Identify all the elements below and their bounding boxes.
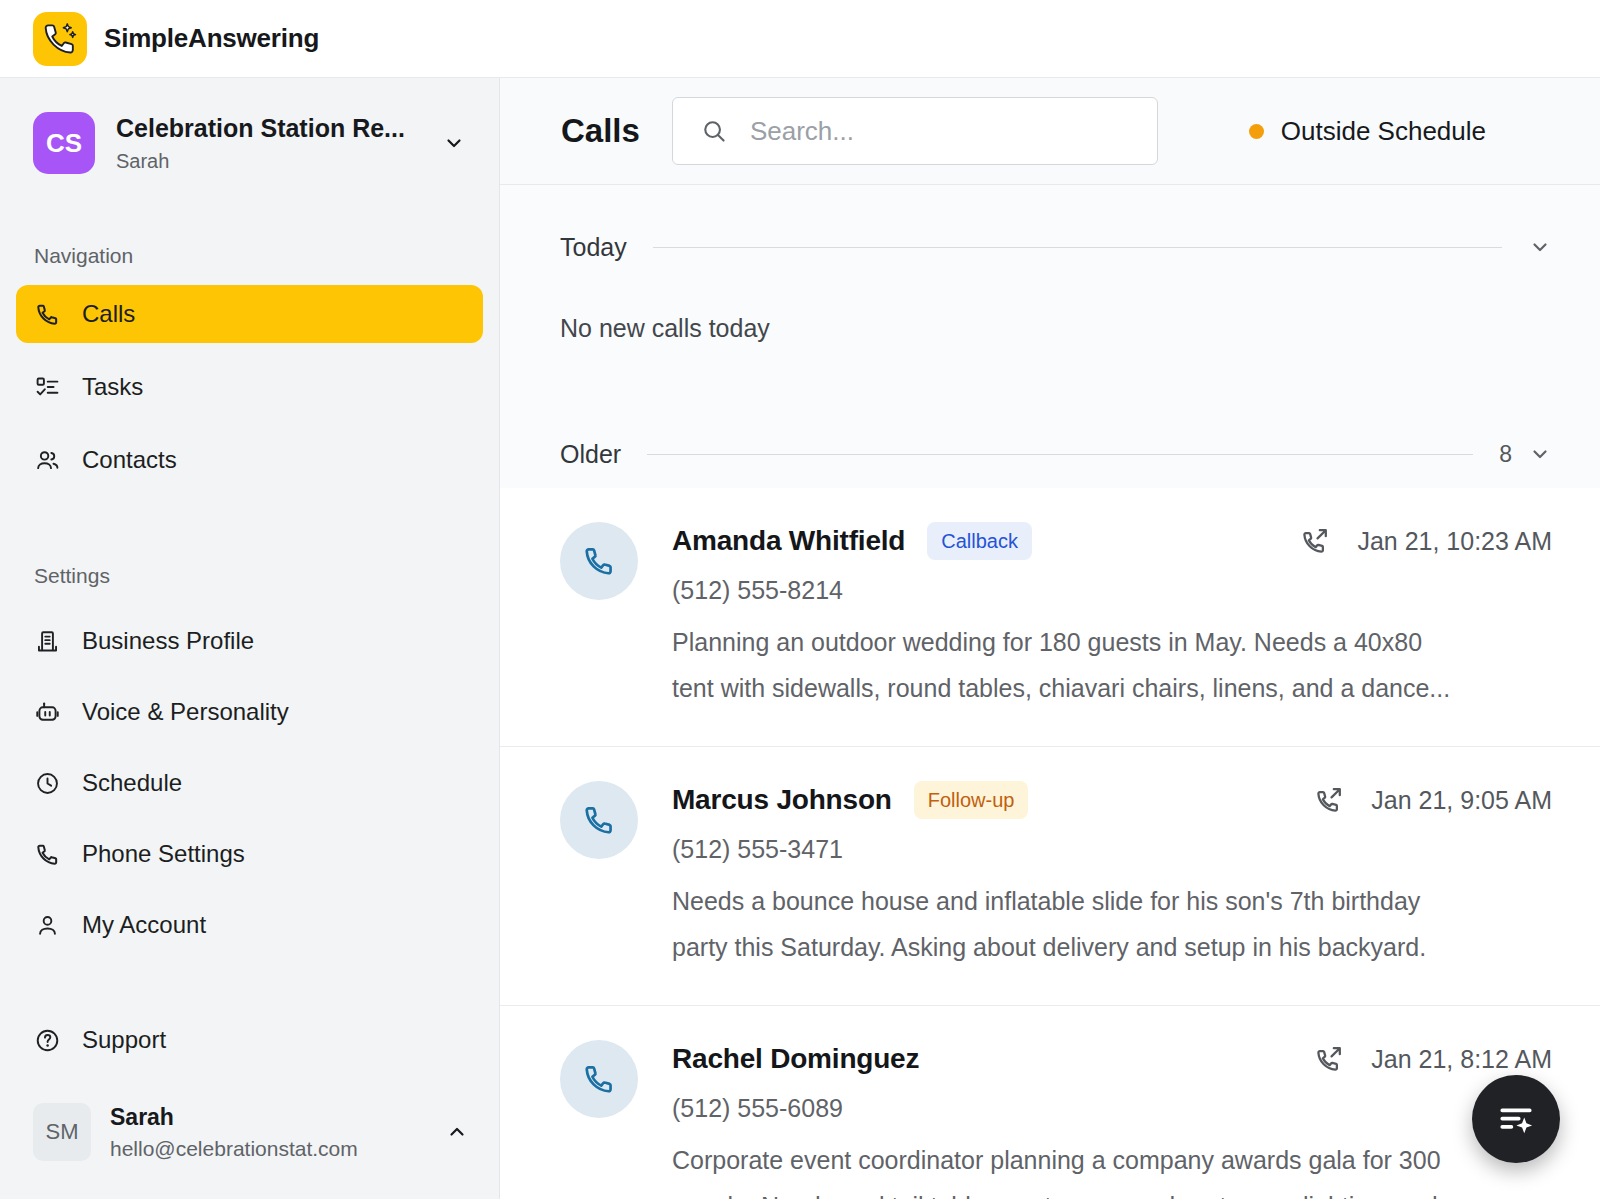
sidebar-item-label: Business Profile xyxy=(82,627,254,655)
people-icon xyxy=(34,447,61,474)
call-summary: Corporate event coordinator planning a c… xyxy=(672,1137,1552,1199)
sidebar-item-support[interactable]: Support xyxy=(16,1011,483,1069)
chevron-up-icon xyxy=(445,1120,469,1144)
call-avatar xyxy=(560,522,638,600)
callback-badge: Callback xyxy=(927,522,1032,560)
sidebar-item-phone-settings[interactable]: Phone Settings xyxy=(16,825,483,883)
followup-badge: Follow-up xyxy=(914,781,1029,819)
sidebar-item-business-profile[interactable]: Business Profile xyxy=(16,612,483,670)
phone-icon xyxy=(581,1061,617,1097)
sidebar-item-label: Contacts xyxy=(82,446,177,474)
phone-outgoing-icon xyxy=(1313,784,1345,816)
caller-phone: (512) 555-3471 xyxy=(672,835,1552,864)
status-label: Outside Schedule xyxy=(1281,116,1486,147)
caller-name: Rachel Dominguez xyxy=(672,1043,919,1075)
search-input[interactable] xyxy=(750,116,1139,147)
call-item[interactable]: Marcus Johnson Follow-up Jan 21, 9:05 AM… xyxy=(500,746,1600,1005)
phone-icon xyxy=(581,802,617,838)
phone-outgoing-icon xyxy=(1313,1043,1345,1075)
call-datetime: Jan 21, 10:23 AM xyxy=(1357,527,1552,556)
phone-outgoing-icon xyxy=(1299,525,1331,557)
app-logo xyxy=(33,12,87,66)
section-label: Today xyxy=(560,233,627,262)
call-item[interactable]: Rachel Dominguez Jan 21, 8:12 AM (512) 5… xyxy=(500,1005,1600,1199)
call-summary: Needs a bounce house and inflatable slid… xyxy=(672,878,1552,970)
sidebar-item-label: Calls xyxy=(82,300,135,328)
call-avatar xyxy=(560,781,638,859)
nav-section-label: Navigation xyxy=(34,244,483,268)
sidebar-item-label: My Account xyxy=(82,911,206,939)
settings-section-label: Settings xyxy=(34,564,483,588)
chevron-down-icon[interactable] xyxy=(1528,442,1552,466)
user-email: hello@celebrationstat.com xyxy=(110,1137,358,1161)
section-divider xyxy=(653,247,1502,248)
sidebar-item-tasks[interactable]: Tasks xyxy=(16,358,483,416)
account-selector[interactable]: CS Celebration Station Re... Sarah xyxy=(33,112,466,174)
main-panel: Calls Outside Schedule Today No new call… xyxy=(500,78,1600,1199)
account-avatar: CS xyxy=(33,112,95,174)
calls-content: Today No new calls today Older 8 xyxy=(500,185,1600,1199)
sidebar-item-label: Phone Settings xyxy=(82,840,245,868)
fab-summary-button[interactable] xyxy=(1472,1075,1560,1163)
caller-phone: (512) 555-8214 xyxy=(672,576,1552,605)
caller-name: Amanda Whitfield xyxy=(672,525,905,557)
user-menu[interactable]: SM Sarah hello@celebrationstat.com xyxy=(16,1103,483,1161)
sidebar-item-contacts[interactable]: Contacts xyxy=(16,431,483,489)
app-logo-phone-icon xyxy=(41,20,79,58)
section-count: 8 xyxy=(1499,441,1512,468)
account-subtitle: Sarah xyxy=(116,150,421,173)
phone-icon xyxy=(34,841,61,868)
section-label: Older xyxy=(560,440,621,469)
call-datetime: Jan 21, 9:05 AM xyxy=(1371,786,1552,815)
clock-icon xyxy=(34,770,61,797)
building-icon xyxy=(34,628,61,655)
sidebar: CS Celebration Station Re... Sarah Navig… xyxy=(0,78,500,1199)
sidebar-item-label: Support xyxy=(82,1026,166,1054)
person-icon xyxy=(34,912,61,939)
empty-state-text: No new calls today xyxy=(560,314,1552,348)
call-list: Amanda Whitfield Callback Jan 21, 10:23 … xyxy=(560,488,1552,1199)
sidebar-item-label: Voice & Personality xyxy=(82,698,289,726)
sidebar-item-schedule[interactable]: Schedule xyxy=(16,754,483,812)
sidebar-item-label: Tasks xyxy=(82,373,143,401)
search-box[interactable] xyxy=(672,97,1158,165)
robot-icon xyxy=(34,699,61,726)
account-name: Celebration Station Re... xyxy=(116,114,421,143)
caller-name: Marcus Johnson xyxy=(672,784,892,816)
chevron-down-icon[interactable] xyxy=(1528,235,1552,259)
call-avatar xyxy=(560,1040,638,1118)
page-title: Calls xyxy=(561,112,640,150)
list-sparkle-icon xyxy=(1494,1097,1538,1141)
sidebar-item-calls[interactable]: Calls xyxy=(16,285,483,343)
help-icon xyxy=(34,1027,61,1054)
phone-icon xyxy=(34,301,61,328)
sidebar-item-my-account[interactable]: My Account xyxy=(16,896,483,954)
chevron-down-icon xyxy=(442,131,466,155)
user-avatar: SM xyxy=(33,1103,91,1161)
sidebar-item-label: Schedule xyxy=(82,769,182,797)
section-divider xyxy=(647,454,1473,455)
top-bar: SimpleAnswering xyxy=(0,0,1600,78)
call-datetime: Jan 21, 8:12 AM xyxy=(1371,1045,1552,1074)
call-summary: Planning an outdoor wedding for 180 gues… xyxy=(672,619,1552,711)
schedule-status: Outside Schedule xyxy=(1249,116,1486,147)
call-item[interactable]: Amanda Whitfield Callback Jan 21, 10:23 … xyxy=(500,488,1600,746)
status-dot-icon xyxy=(1249,124,1264,139)
phone-icon xyxy=(581,543,617,579)
checklist-icon xyxy=(34,374,61,401)
section-header-today: Today xyxy=(560,230,1552,264)
section-header-older: Older 8 xyxy=(560,437,1552,471)
main-header: Calls Outside Schedule xyxy=(500,78,1600,185)
app-title: SimpleAnswering xyxy=(104,23,319,54)
user-name: Sarah xyxy=(110,1104,358,1131)
sidebar-item-voice-personality[interactable]: Voice & Personality xyxy=(16,683,483,741)
search-icon xyxy=(700,117,728,145)
caller-phone: (512) 555-6089 xyxy=(672,1094,1552,1123)
